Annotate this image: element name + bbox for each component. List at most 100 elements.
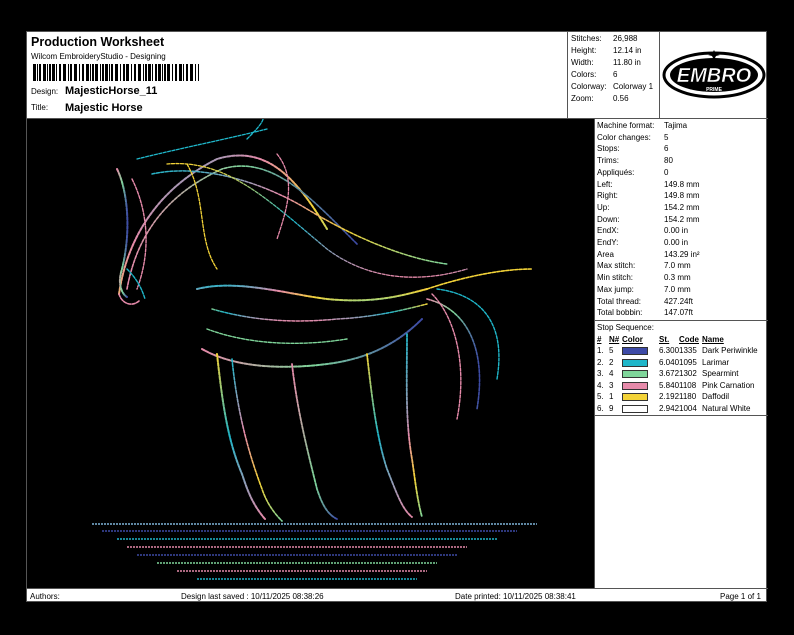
property-row: Max stitch: 7.0 mm: [597, 261, 691, 270]
property-row: Stops: 6: [597, 144, 668, 154]
property-value: 154.2 mm: [664, 202, 700, 212]
horse-embroidery-image: [92, 119, 537, 580]
property-value: 149.8 mm: [664, 179, 700, 189]
property-value: 0.00 in: [664, 238, 689, 247]
property-label: Machine format:: [597, 121, 655, 130]
stop-name: Pink Carnation: [702, 380, 755, 390]
stop-num: 4.: [597, 380, 604, 390]
property-value: 143.29 in²: [664, 249, 700, 259]
property-row: Right: 149.8 mm: [597, 191, 700, 201]
stop-row: 1. 5 6.300 1335 Dark Periwinkle: [597, 346, 767, 357]
stop-num: 6.: [597, 403, 604, 413]
property-row: Appliqués: 0: [597, 167, 668, 177]
stop-row: 2. 2 6.040 1095 Larimar: [597, 358, 767, 369]
property-row: Min stitch: 0.3 mm: [597, 273, 691, 283]
property-value: 6: [664, 144, 669, 154]
design-title: Majestic Horse: [65, 102, 143, 114]
stop-row: 6. 9 2.942 1004 Natural White: [597, 404, 767, 415]
property-label: EndX:: [597, 226, 619, 236]
stop-code: 1004: [679, 403, 697, 413]
color-swatch: [622, 347, 648, 355]
property-label: Up:: [597, 202, 610, 212]
property-value: 0: [664, 167, 669, 177]
authors-label: Authors:: [30, 592, 60, 601]
property-value: Tajima: [664, 121, 688, 130]
property-label: Color changes:: [597, 132, 651, 142]
property-value: 149.8 mm: [664, 191, 700, 201]
stat-row: Colors: 6: [571, 70, 618, 79]
property-value: 427.24ft: [664, 296, 693, 306]
stop-num: 3.: [597, 369, 604, 378]
software-name: Wilcom EmbroideryStudio - Designing: [31, 52, 166, 61]
property-value: 7.0 mm: [664, 284, 691, 294]
property-label: Down:: [597, 214, 620, 224]
property-label: Appliqués:: [597, 167, 635, 177]
property-row: Color changes: 5: [597, 132, 668, 142]
property-label: Stops:: [597, 144, 620, 154]
stop-row: 4. 3 5.840 1108 Pink Carnation: [597, 381, 767, 392]
property-label: Right:: [597, 191, 618, 201]
color-swatch: [622, 370, 648, 378]
stop-n: 4: [609, 369, 614, 378]
property-label: Min stitch:: [597, 273, 634, 283]
property-row: Total thread: 427.24ft: [597, 296, 693, 306]
stop-n: 9: [609, 403, 614, 413]
property-row: Up: 154.2 mm: [597, 202, 700, 212]
property-value: 147.07ft: [664, 308, 693, 318]
embro-prime-logo: EMBRO PRIME: [660, 32, 768, 118]
stop-code: 1180: [679, 392, 697, 401]
property-value: 0.3 mm: [664, 273, 691, 283]
property-label: Left:: [597, 179, 613, 189]
stop-st: 2.192: [659, 392, 680, 401]
design-label: Design:: [31, 87, 59, 96]
footer: Authors: Design last saved : 10/11/2025 …: [27, 588, 768, 603]
stop-n: 5: [609, 346, 614, 355]
stop-row: 5. 1 2.192 1180 Daffodil: [597, 392, 767, 403]
stop-num: 1.: [597, 346, 604, 355]
stat-row: Colorway: Colorway 1: [571, 82, 654, 91]
stop-st: 5.840: [659, 380, 680, 390]
svg-text:EMBRO: EMBRO: [677, 65, 752, 87]
property-value: 7.0 mm: [664, 261, 691, 271]
property-label: Total bobbin:: [597, 308, 643, 318]
stop-sequence: Stop Sequence: # N# Color St. Code Name …: [595, 321, 768, 416]
color-swatch: [622, 358, 648, 367]
property-label: EndY:: [597, 238, 619, 247]
color-swatch: [622, 404, 648, 413]
header-stats: Stitches: 26,988 Height: 12.14 in Width: 11…: [568, 32, 660, 118]
property-row: Down: 154.2 mm: [597, 214, 700, 224]
property-label: Total thread:: [597, 296, 642, 306]
stop-name: Dark Periwinkle: [702, 346, 758, 355]
stop-code: 1095: [679, 357, 697, 367]
property-row: EndX: 0.00 in: [597, 226, 688, 236]
stop-num: 5.: [597, 392, 604, 401]
design-name: MajesticHorse_11: [65, 85, 158, 97]
design-preview: [27, 119, 595, 588]
title-label: Title:: [31, 103, 49, 112]
worksheet-title: Production Worksheet: [31, 35, 165, 49]
stop-n: 3: [609, 380, 614, 390]
property-row: Total bobbin: 147.07ft: [597, 308, 693, 318]
stop-num: 2.: [597, 357, 604, 367]
property-label: Max jump:: [597, 284, 634, 294]
property-value: 5: [664, 132, 669, 142]
color-swatch: [622, 393, 648, 401]
barcode: [33, 64, 199, 81]
stop-n: 2: [609, 357, 614, 367]
stop-code: 1335: [679, 346, 697, 355]
property-row: Left: 149.8 mm: [597, 179, 700, 189]
property-value: 80: [664, 156, 673, 166]
stat-row: Stitches: 26,988: [571, 34, 638, 43]
stop-sequence-header: # N# Color St. Code Name: [597, 335, 724, 344]
property-label: Trims:: [597, 156, 619, 166]
property-row: Max jump: 7.0 mm: [597, 284, 691, 294]
stop-n: 1: [609, 392, 614, 401]
header-info: Production Worksheet Wilcom EmbroiderySt…: [27, 32, 568, 118]
property-label: Area: [597, 249, 614, 259]
stop-name: Daffodil: [702, 392, 729, 401]
stop-name: Natural White: [702, 403, 751, 413]
stop-code: 1302: [679, 369, 697, 378]
header: Production Worksheet Wilcom EmbroiderySt…: [27, 32, 768, 119]
stop-row: 3. 4 3.672 1302 Spearmint: [597, 369, 767, 380]
stop-st: 3.672: [659, 369, 680, 378]
